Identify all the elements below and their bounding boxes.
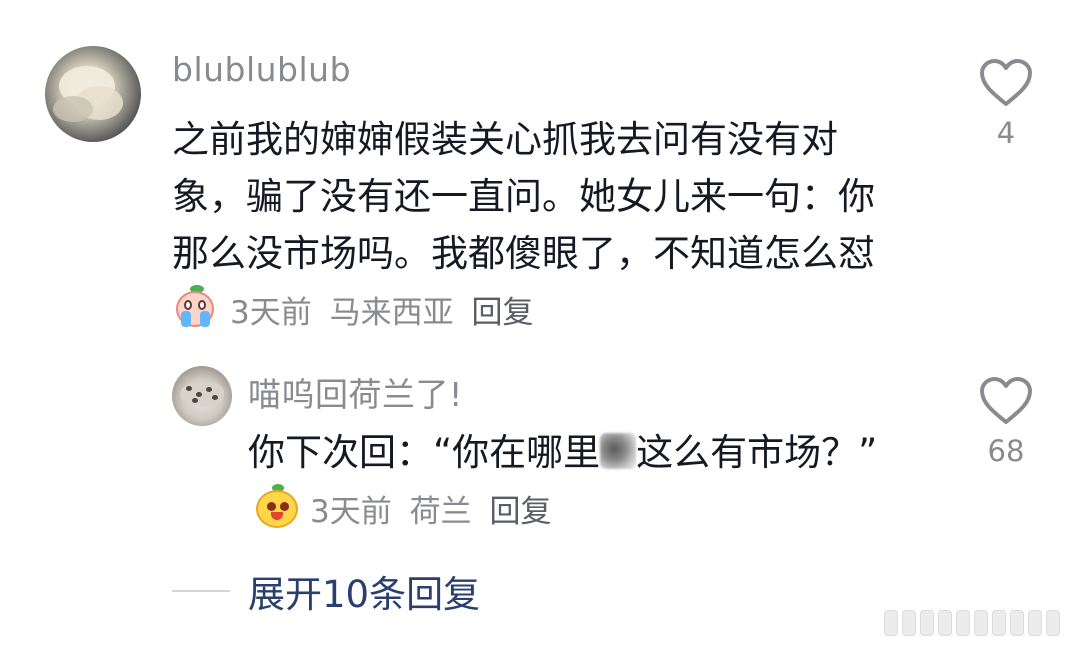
smiling-face-emoji-icon bbox=[254, 484, 300, 530]
comment-reply-button[interactable]: 回复 bbox=[471, 295, 533, 331]
divider bbox=[172, 590, 230, 592]
reply-location: 荷兰 bbox=[409, 494, 472, 530]
comment-body: 之前我的婶婶假装关心抓我去问有没有对象，骗了没有还一直问。她女儿来一句：你那么没… bbox=[172, 111, 892, 342]
heart-icon bbox=[980, 59, 1032, 106]
reply-meta: 3天前 荷兰 回复 bbox=[310, 494, 559, 530]
reply-username[interactable]: 喵呜回荷兰了! bbox=[248, 368, 463, 416]
comment-meta: 3天前 马来西亚 回复 bbox=[230, 295, 541, 331]
watermark bbox=[884, 606, 1070, 638]
reply-text-before: 你下次回：“你在哪里 bbox=[248, 431, 601, 474]
reply-reply-button[interactable]: 回复 bbox=[489, 494, 551, 530]
comment-username[interactable]: blublublub bbox=[172, 50, 351, 89]
heart-icon bbox=[980, 377, 1032, 424]
reply-like-button[interactable]: 68 bbox=[966, 376, 1046, 468]
crying-face-emoji-icon bbox=[172, 285, 220, 331]
redacted-mark bbox=[600, 433, 637, 469]
reply-time: 3天前 bbox=[310, 494, 392, 530]
expand-replies-button[interactable]: 展开10条回复 bbox=[172, 566, 480, 616]
comment-location: 马来西亚 bbox=[329, 295, 454, 331]
expand-replies-label: 展开10条回复 bbox=[248, 573, 481, 616]
reply-avatar[interactable] bbox=[172, 366, 232, 426]
comment-time: 3天前 bbox=[230, 295, 312, 331]
reply-body: 你下次回：“你在哪里 这么有市场？” 3天前 荷兰 回复 bbox=[248, 424, 888, 541]
reply-like-count: 68 bbox=[987, 434, 1025, 468]
comment-like-count: 4 bbox=[996, 116, 1016, 150]
avatar[interactable] bbox=[45, 46, 141, 142]
reply-text-after: 这么有市场？” bbox=[636, 431, 878, 474]
comment-text: 之前我的婶婶假装关心抓我去问有没有对象，骗了没有还一直问。她女儿来一句：你那么没… bbox=[172, 118, 875, 275]
comment-like-button[interactable]: 4 bbox=[966, 58, 1046, 150]
